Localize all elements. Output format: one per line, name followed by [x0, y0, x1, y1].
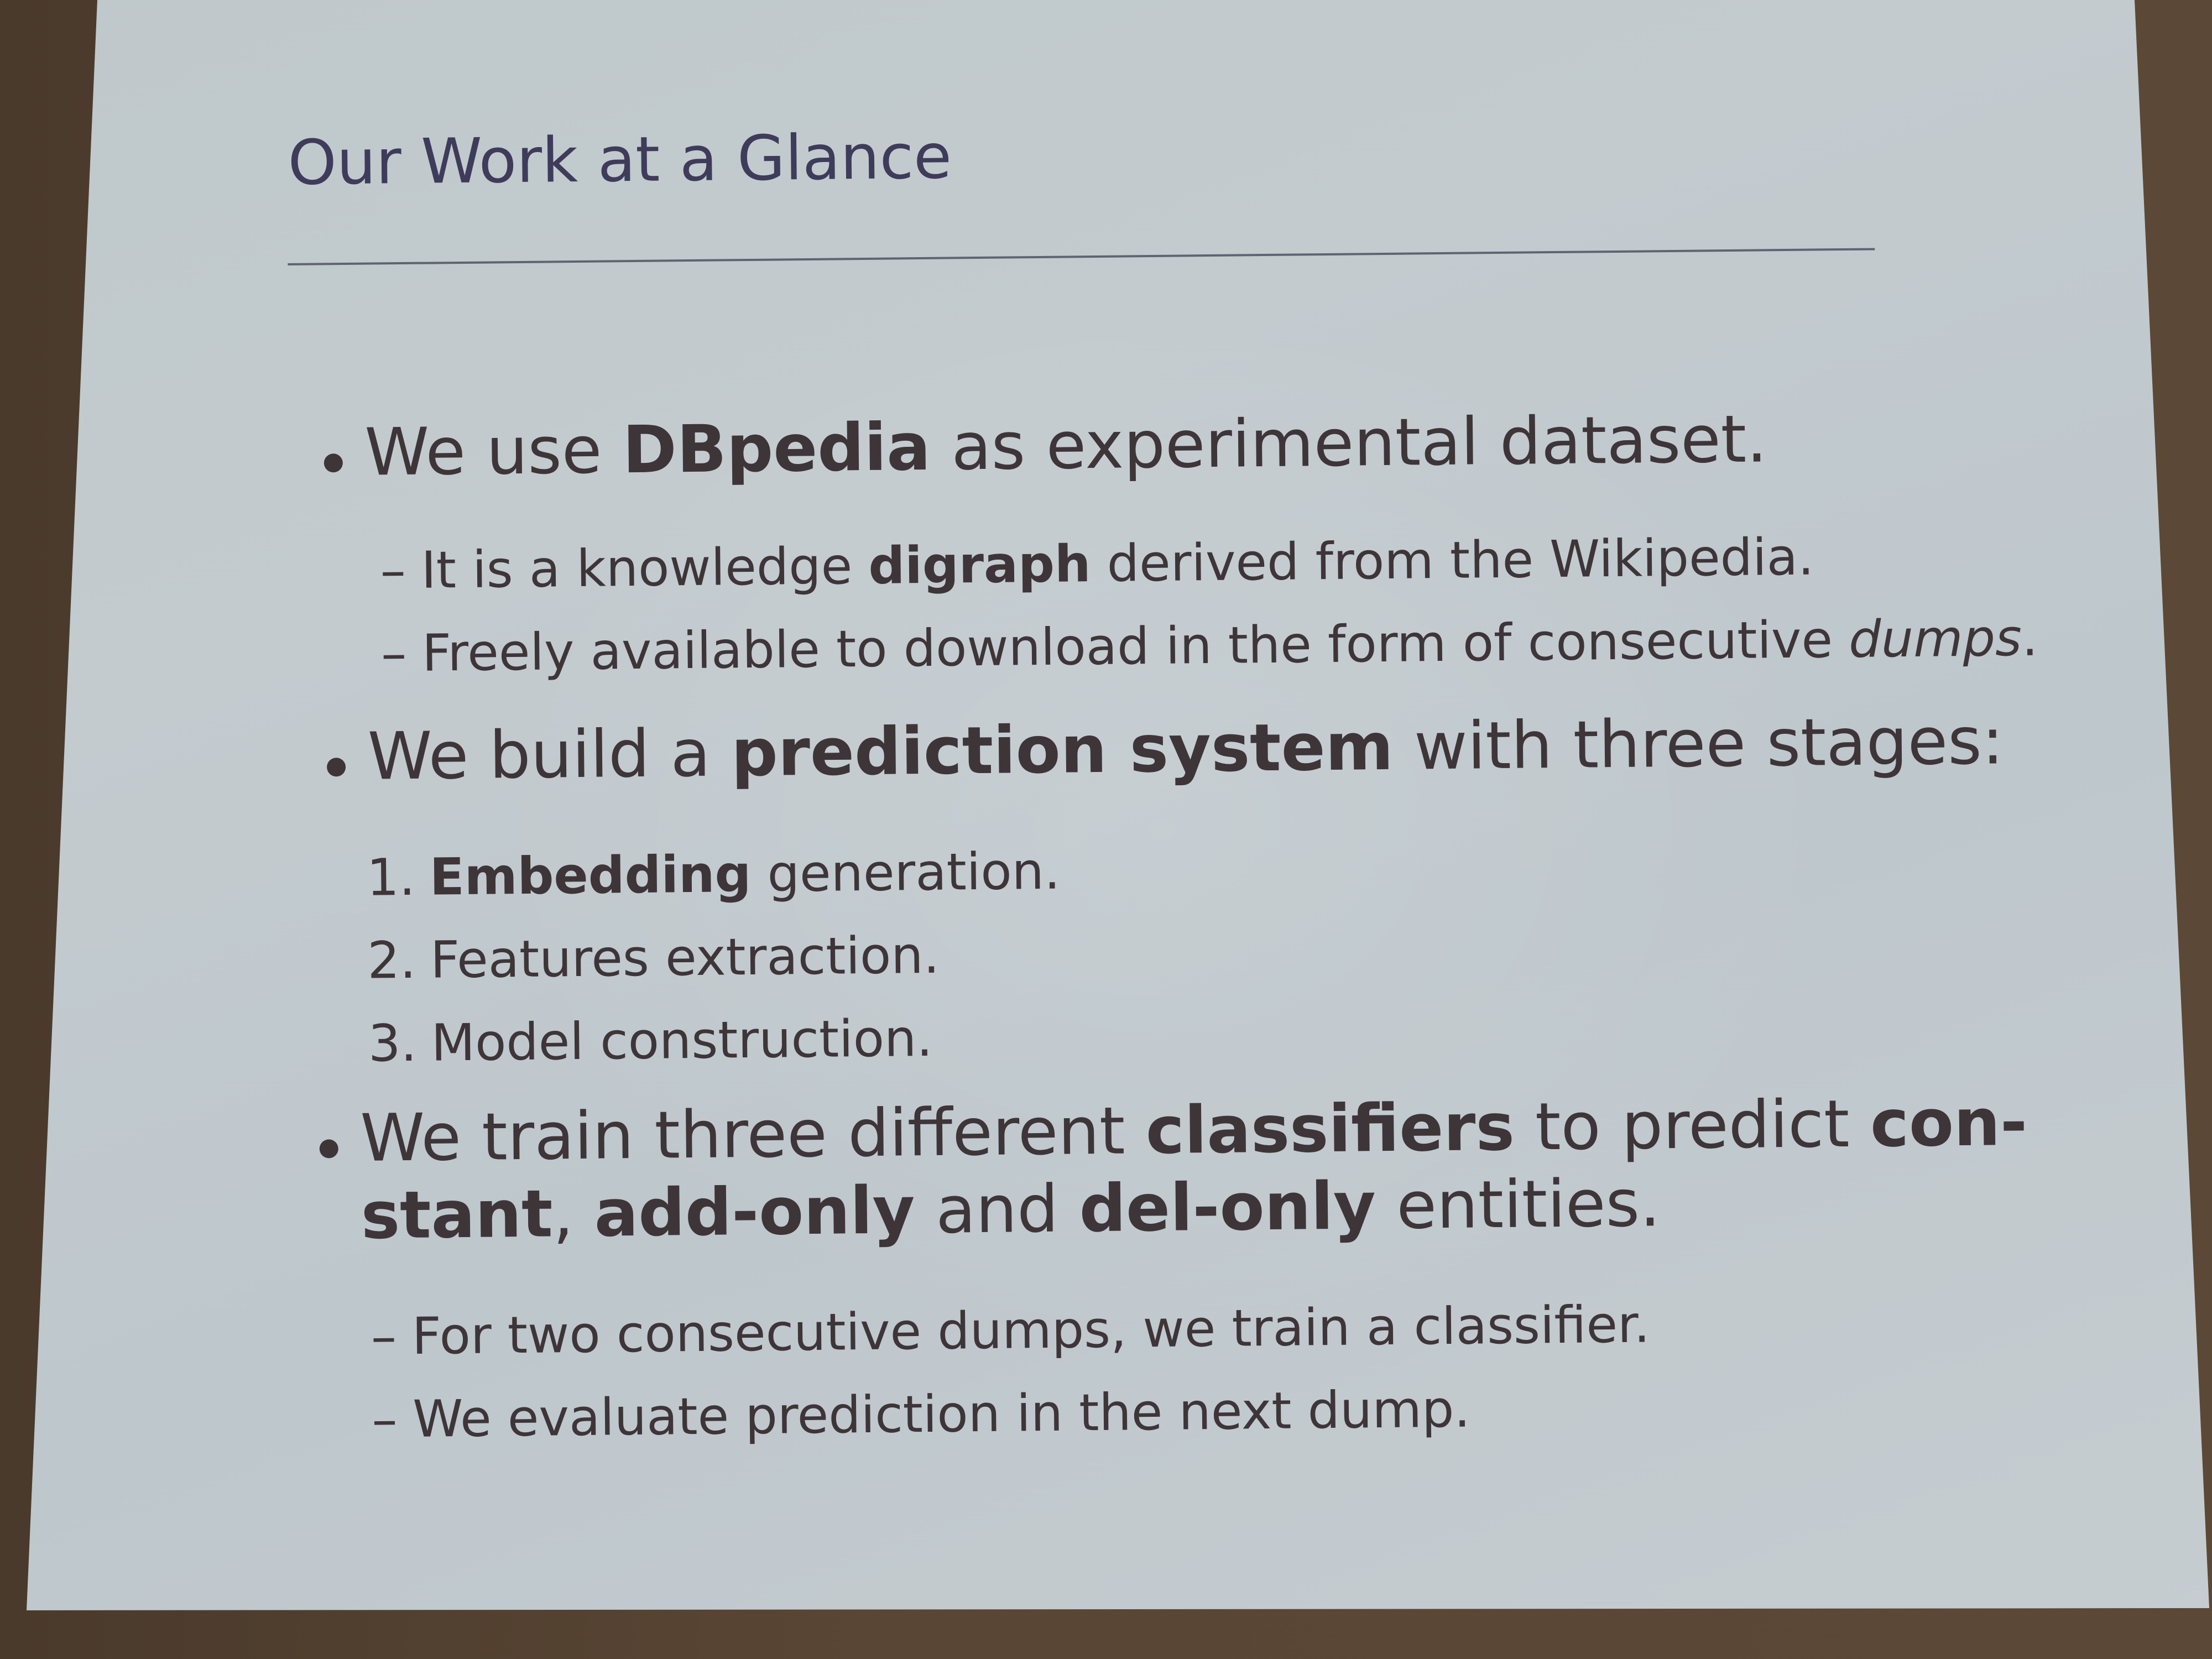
bullet-dot-icon — [326, 757, 346, 777]
projection-screen: Our Work at a Glance We use DBpedia as e… — [0, 0, 2212, 1659]
sub-bullet-dumps: – Freely available to download in the for… — [380, 608, 2038, 684]
bullet-dot-icon — [319, 1139, 338, 1159]
bullet-dot-icon — [324, 453, 343, 473]
bullet-classifiers: We train three different classifiers to … — [319, 1084, 2028, 1177]
bullet-dbpedia: We use DBpedia as experimental dataset. — [324, 400, 1767, 491]
sub-bullet-digraph: – It is a knowledge digraph derived from … — [380, 527, 1814, 601]
stage-item-1: 1. Embedding generation. — [366, 841, 1061, 907]
stage-item-3: 3. Model construction. — [368, 1008, 933, 1073]
title-divider — [288, 248, 1875, 266]
bullet-classifiers-continued: stant, add-only and del-only entities. — [361, 1165, 1661, 1254]
sub-bullet-evaluate: – We evaluate prediction in the next dump… — [371, 1379, 1471, 1449]
sub-bullet-train-classifier: – For two consecutive dumps, we train a c… — [371, 1295, 1651, 1366]
slide: Our Work at a Glance We use DBpedia as e… — [27, 0, 2209, 1610]
bullet-prediction-system: We build a prediction system with three … — [326, 702, 2004, 795]
stage-item-2: 2. Features extraction. — [367, 925, 940, 990]
slide-title: Our Work at a Glance — [288, 121, 952, 199]
